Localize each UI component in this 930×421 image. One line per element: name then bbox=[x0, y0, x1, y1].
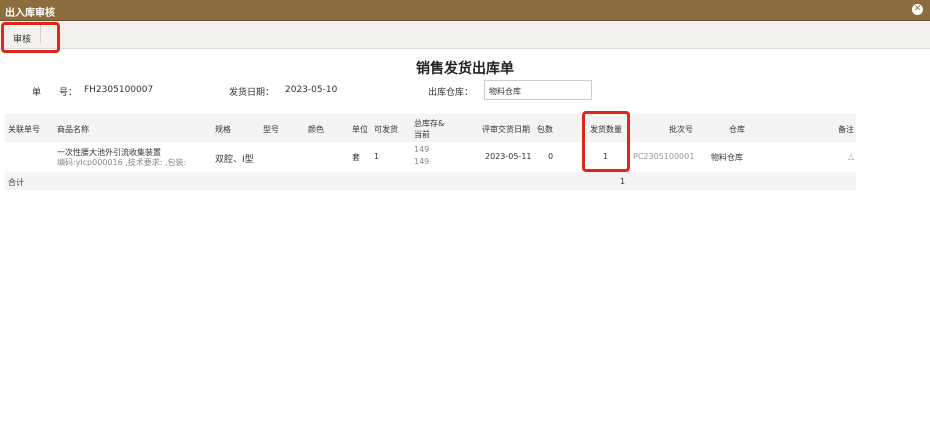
ship-qty-highlight bbox=[582, 111, 630, 172]
row-warehouse[interactable]: 物料仓库 bbox=[711, 152, 743, 163]
remark-icon[interactable]: △ bbox=[848, 152, 854, 161]
col-product-name: 商品名称 bbox=[57, 125, 89, 134]
toolbar: 审核 bbox=[0, 21, 930, 49]
approve-button-highlight bbox=[1, 22, 60, 53]
col-packages: 包数 bbox=[537, 125, 553, 134]
window-title: 出入库审核 bbox=[5, 8, 55, 19]
ship-date-label: 发货日期： bbox=[229, 88, 275, 98]
stock-total: 149 bbox=[414, 145, 430, 154]
order-number-label: 单 号： bbox=[32, 88, 78, 98]
window-titlebar: 出入库审核 ✕ bbox=[0, 0, 930, 21]
available-qty: 1 bbox=[374, 152, 380, 161]
product-subinfo: 编码:ylcp000016 ,技术要求: ,包装: bbox=[57, 158, 187, 167]
col-available: 可发货 bbox=[374, 125, 398, 134]
order-number-value: FH2305100007 bbox=[84, 85, 154, 95]
col-remark: 备注 bbox=[838, 125, 854, 134]
warehouse-label: 出库仓库： bbox=[428, 88, 474, 98]
col-warehouse: 仓库 bbox=[729, 125, 745, 134]
document-title: 销售发货出库单 bbox=[416, 61, 514, 77]
col-batch-no: 批次号 bbox=[669, 125, 693, 134]
packages-count: 0 bbox=[548, 152, 554, 161]
total-label: 合计 bbox=[8, 178, 24, 187]
product-spec: 双腔、I型 bbox=[215, 155, 254, 165]
col-model: 型号 bbox=[263, 125, 279, 134]
review-date: 2023-05-11 bbox=[485, 152, 532, 161]
stock-current: 149 bbox=[414, 157, 430, 166]
total-qty: 1 bbox=[620, 177, 626, 186]
warehouse-field[interactable]: 物料仓库 bbox=[484, 80, 592, 100]
table-header: 关联单号 商品名称 规格 型号 颜色 单位 可发货 总库存& 当前 评审交货日期… bbox=[5, 114, 856, 142]
table-total-row: 合计 1 bbox=[5, 172, 856, 190]
ship-date-value: 2023-05-10 bbox=[285, 85, 338, 95]
table-row: 一次性腰大池外引流收集装置 编码:ylcp000016 ,技术要求: ,包装: … bbox=[5, 142, 856, 170]
batch-number[interactable]: PC2305100001 bbox=[633, 152, 694, 161]
close-icon[interactable]: ✕ bbox=[912, 4, 923, 15]
col-link-no: 关联单号 bbox=[8, 125, 40, 134]
col-stock-line1: 总库存& bbox=[414, 119, 445, 128]
col-color: 颜色 bbox=[308, 125, 324, 134]
col-unit: 单位 bbox=[352, 125, 368, 134]
col-review-date: 评审交货日期 bbox=[482, 125, 530, 134]
warehouse-field-value: 物料仓库 bbox=[489, 87, 521, 96]
product-unit: 套 bbox=[352, 153, 360, 162]
col-stock-line2: 当前 bbox=[414, 130, 430, 139]
col-spec: 规格 bbox=[215, 125, 231, 134]
